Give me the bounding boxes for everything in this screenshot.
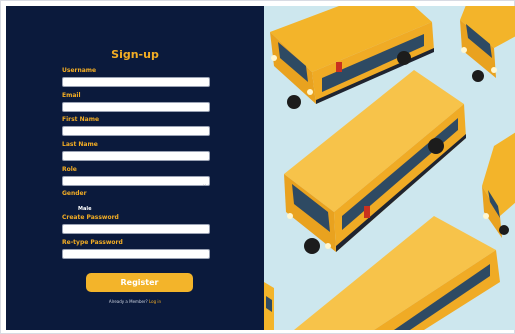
username-input[interactable] xyxy=(62,77,210,87)
role-select[interactable] xyxy=(62,176,210,186)
login-prompt-text: Already a Member? xyxy=(108,299,148,304)
create-password-input[interactable] xyxy=(62,224,210,234)
create-password-label: Create Password xyxy=(62,214,119,221)
first-name-label: First Name xyxy=(62,116,100,123)
bus-bottom-left xyxy=(264,282,274,330)
last-name-input[interactable] xyxy=(62,151,210,161)
school-buses-photo xyxy=(264,6,515,330)
signup-page: Sign-up Username Email First Name Last N… xyxy=(0,0,515,334)
last-name-label: Last Name xyxy=(62,141,98,148)
form-title: Sign-up xyxy=(111,48,159,61)
username-label: Username xyxy=(62,67,97,74)
school-buses-illustration xyxy=(264,6,515,330)
retype-password-input[interactable] xyxy=(62,249,210,259)
register-button[interactable]: Register xyxy=(86,273,193,292)
login-prompt: Already a Member? Log in xyxy=(6,299,264,304)
first-name-input[interactable] xyxy=(62,126,210,136)
gender-label: Gender xyxy=(62,190,87,197)
signup-form-panel: Sign-up Username Email First Name Last N… xyxy=(6,6,264,330)
role-label: Role xyxy=(62,166,77,173)
login-link[interactable]: Log in xyxy=(149,299,161,304)
email-label: Email xyxy=(62,92,81,99)
retype-password-label: Re-type Password xyxy=(62,239,123,246)
chevron-down-icon[interactable]: ⌄ xyxy=(202,182,207,188)
email-input[interactable] xyxy=(62,102,210,112)
gender-option-male[interactable]: Male xyxy=(78,206,91,212)
